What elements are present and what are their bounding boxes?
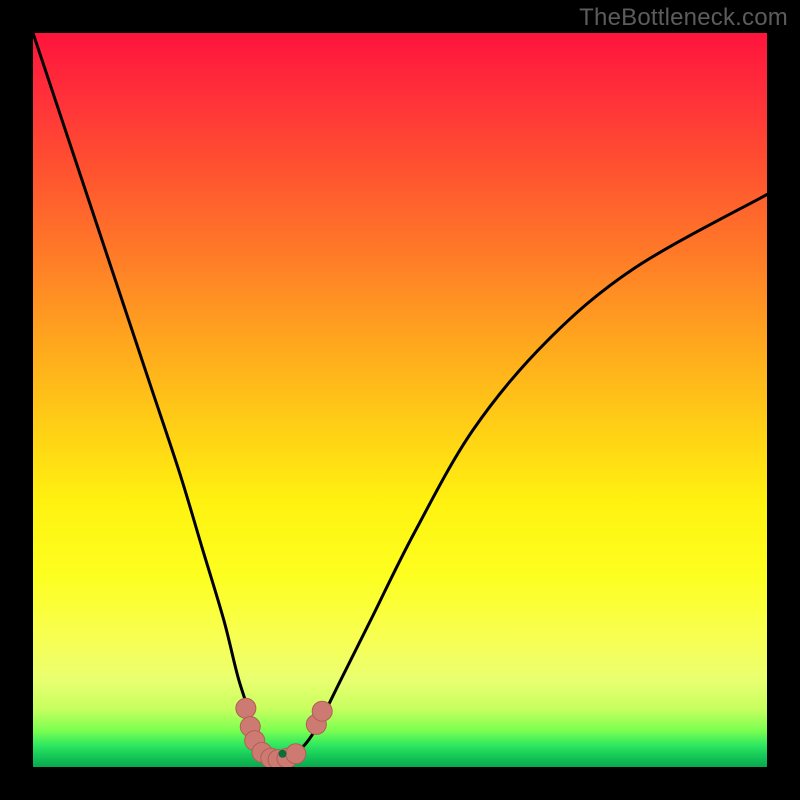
gradient-plot-area: [33, 33, 767, 767]
watermark-text: TheBottleneck.com: [579, 4, 788, 32]
outer-frame: TheBottleneck.com: [0, 0, 800, 800]
bottleneck-curve-svg: [33, 33, 767, 767]
optimum-point-marker: [279, 750, 287, 758]
marker-valley-right: [286, 744, 306, 764]
bottleneck-curve-path: [33, 33, 767, 760]
marker-right-shoulder-top: [312, 701, 332, 721]
marker-left-shoulder-top: [236, 698, 256, 718]
